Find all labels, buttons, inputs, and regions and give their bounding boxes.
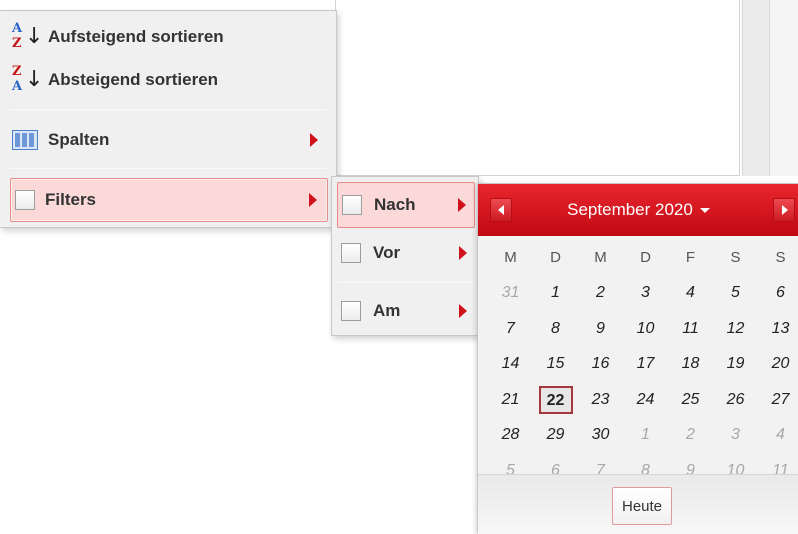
column-context-menu: A Z ↓ Aufsteigend sortieren Z A ↓ Abstei… xyxy=(0,10,337,228)
grid-area xyxy=(335,0,740,176)
sort-descending-icon: Z A ↓ xyxy=(12,64,44,94)
scrollbar-track[interactable] xyxy=(742,0,770,176)
filter-after-item[interactable]: Nach xyxy=(337,182,475,228)
calendar-day[interactable]: 4 xyxy=(668,284,713,302)
calendar-day[interactable]: 13 xyxy=(758,320,798,338)
caret-down-icon xyxy=(699,207,710,213)
calendar-day[interactable]: 14 xyxy=(488,355,533,373)
filter-after-label: Nach xyxy=(374,195,416,214)
submenu-arrow-icon xyxy=(458,198,466,212)
calendar-day[interactable]: 30 xyxy=(578,426,623,444)
calendar-day[interactable]: 5 xyxy=(713,284,758,302)
calendar-day[interactable]: 24 xyxy=(623,391,668,409)
weekday-header-row: MDMDFSS xyxy=(488,240,798,276)
weekday-label: S xyxy=(775,249,786,267)
calendar-day[interactable]: 2 xyxy=(668,426,713,444)
calendar-day[interactable]: 12 xyxy=(713,320,758,338)
calendar-day[interactable]: 27 xyxy=(758,391,798,409)
calendar-day[interactable]: 3 xyxy=(713,426,758,444)
calendar-day[interactable]: 23 xyxy=(578,391,623,409)
calendar-week-row: 7 8 9 10 11 12 13 xyxy=(488,311,798,347)
calendar-week-row: 21 22 23 24 25 26 27 xyxy=(488,382,798,418)
submenu-arrow-icon xyxy=(310,133,318,147)
calendar-day[interactable]: 4 xyxy=(758,426,798,444)
calendar-week-row: 31 1 2 3 4 5 6 xyxy=(488,276,798,312)
weekday-label: F xyxy=(685,249,696,267)
filter-before-item[interactable]: Vor xyxy=(337,230,475,276)
calendar-day[interactable]: 6 xyxy=(758,284,798,302)
calendar-day[interactable]: 20 xyxy=(758,355,798,373)
sort-ascending-label: Aufsteigend sortieren xyxy=(48,27,224,46)
submenu-arrow-icon xyxy=(309,193,317,207)
menu-divider xyxy=(338,282,474,283)
weekday-label: M xyxy=(594,249,607,267)
today-button[interactable]: Heute xyxy=(612,487,672,525)
filter-before-checkbox[interactable] xyxy=(341,243,361,263)
calendar-grid: M D M D F S S 31 1 2 3 4 5 6 7 8 9 10 11 12 13 14 15 16 17 18 19 20… xyxy=(488,240,798,489)
submenu-arrow-icon xyxy=(459,246,467,260)
calendar-day[interactable]: 11 xyxy=(668,320,713,338)
calendar-day-today[interactable]: 22 xyxy=(533,385,578,414)
calendar-week-row: 28 29 30 1 2 3 4 xyxy=(488,418,798,454)
menu-divider xyxy=(10,168,326,169)
columns-label: Spalten xyxy=(48,130,110,149)
calendar-day[interactable]: 2 xyxy=(578,284,623,302)
calendar-day[interactable]: 1 xyxy=(533,284,578,302)
filter-on-label: Am xyxy=(373,301,401,320)
sort-ascending-item[interactable]: A Z ↓ Aufsteigend sortieren xyxy=(10,15,328,59)
sort-ascending-icon: A Z ↓ xyxy=(12,21,44,51)
next-month-button[interactable] xyxy=(773,198,795,222)
calendar-day[interactable]: 10 xyxy=(623,320,668,338)
sort-descending-label: Absteigend sortieren xyxy=(48,70,219,89)
date-picker: September 2020 M D M D F S S 31 1 2 3 4 5 6 7 8 9 10 11 12 1… xyxy=(477,183,798,534)
filter-on-checkbox[interactable] xyxy=(341,301,361,321)
calendar-day[interactable]: 1 xyxy=(623,426,668,444)
columns-item[interactable]: Spalten xyxy=(10,118,328,162)
calendar-day[interactable]: 28 xyxy=(488,426,533,444)
calendar-day[interactable]: 31 xyxy=(488,284,533,302)
filter-on-item[interactable]: Am xyxy=(337,288,475,334)
weekday-label: D xyxy=(640,249,651,267)
calendar-day[interactable]: 29 xyxy=(533,426,578,444)
filters-label: Filters xyxy=(45,190,97,209)
filters-submenu: Nach Vor Am xyxy=(331,176,479,336)
month-year-selector[interactable]: September 2020 xyxy=(567,200,710,220)
calendar-day[interactable]: 25 xyxy=(668,391,713,409)
weekday-label: S xyxy=(730,249,741,267)
calendar-day[interactable]: 18 xyxy=(668,355,713,373)
calendar-day[interactable]: 9 xyxy=(578,320,623,338)
filters-checkbox[interactable] xyxy=(15,190,35,210)
menu-divider xyxy=(10,109,326,110)
calendar-day[interactable]: 26 xyxy=(713,391,758,409)
calendar-day[interactable]: 7 xyxy=(488,320,533,338)
date-picker-footer: Heute xyxy=(478,474,798,534)
calendar-week-row: 14 15 16 17 18 19 20 xyxy=(488,347,798,383)
selected-day-label: 22 xyxy=(538,385,573,414)
filter-before-label: Vor xyxy=(373,243,401,262)
calendar-day[interactable]: 8 xyxy=(533,320,578,338)
calendar-day[interactable]: 17 xyxy=(623,355,668,373)
columns-icon xyxy=(12,130,38,150)
calendar-day[interactable]: 3 xyxy=(623,284,668,302)
month-year-label: September 2020 xyxy=(567,200,693,219)
submenu-arrow-icon xyxy=(459,304,467,318)
date-picker-header: September 2020 xyxy=(478,184,798,236)
weekday-label: M xyxy=(504,249,517,267)
calendar-day[interactable]: 21 xyxy=(488,391,533,409)
calendar-day[interactable]: 16 xyxy=(578,355,623,373)
filters-item[interactable]: Filters xyxy=(10,178,328,222)
weekday-label: D xyxy=(550,249,561,267)
grid-edge xyxy=(770,0,798,176)
sort-descending-item[interactable]: Z A ↓ Absteigend sortieren xyxy=(10,58,328,102)
filter-after-checkbox[interactable] xyxy=(342,195,362,215)
calendar-day[interactable]: 19 xyxy=(713,355,758,373)
previous-month-button[interactable] xyxy=(490,198,512,222)
calendar-day[interactable]: 15 xyxy=(533,355,578,373)
